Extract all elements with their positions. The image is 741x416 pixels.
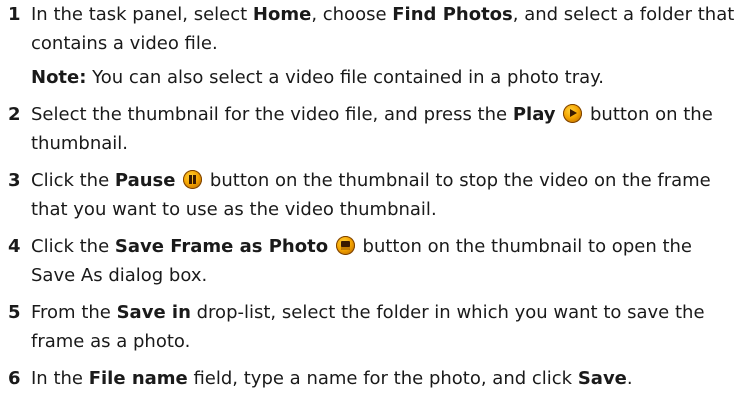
step-3: 3 Click the Pause button on the thumbnai… [0, 166, 741, 224]
instruction-list: 1 In the task panel, select Home, choose… [0, 0, 741, 393]
step-4: 4 Click the Save Frame as Photo button o… [0, 232, 741, 290]
step-number: 1 [8, 4, 21, 25]
ui-term-save-frame-as-photo: Save Frame as Photo [114, 236, 329, 257]
step-1: 1 In the task panel, select Home, choose… [0, 0, 741, 58]
note-text: You can also select a video file contain… [86, 67, 604, 88]
step-number: 5 [8, 302, 21, 323]
step-number: 3 [8, 170, 21, 191]
ui-term-play: Play [512, 104, 556, 125]
step-text: Click the [31, 170, 115, 191]
ui-term-save: Save [577, 368, 627, 389]
step-text: . [626, 368, 633, 389]
ui-term-find-photos: Find Photos [392, 4, 513, 25]
step-text: field, type a name for the photo, and cl… [187, 368, 578, 389]
play-icon [563, 104, 583, 123]
step-text: In the [31, 368, 89, 389]
step-5: 5 From the Save in drop-list, select the… [0, 298, 741, 356]
step-6: 6 In the File name field, type a name fo… [0, 364, 741, 393]
step-number: 4 [8, 236, 21, 257]
pause-icon [183, 170, 203, 189]
ui-term-save-in: Save in [116, 302, 191, 323]
ui-term-home: Home [252, 4, 312, 25]
step-number: 6 [8, 368, 21, 389]
note-label: Note: [31, 67, 87, 88]
step-2: 2 Select the thumbnail for the video fil… [0, 100, 741, 158]
step-text: From the [31, 302, 117, 323]
step-text: Click the [31, 236, 115, 257]
ui-term-file-name: File name [88, 368, 188, 389]
step-number: 2 [8, 104, 21, 125]
note: Note: You can also select a video file c… [0, 63, 741, 92]
save-frame-icon [335, 236, 355, 255]
step-text: , choose [311, 4, 393, 25]
step-text: Select the thumbnail for the video file,… [31, 104, 513, 125]
step-text: In the task panel, select [31, 4, 253, 25]
ui-term-pause: Pause [114, 170, 176, 191]
